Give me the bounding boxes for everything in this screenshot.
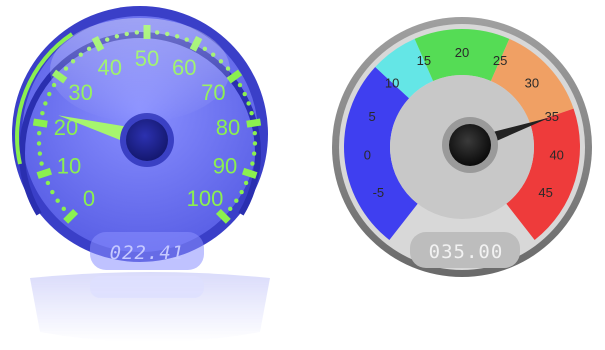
speedometer-gauge: 0102030405060708090100 022.41	[12, 6, 268, 270]
speedometer-minor-tick	[228, 206, 233, 212]
temperature-tick-label: 35	[545, 109, 559, 124]
speedometer-major-tick	[246, 118, 262, 128]
temperature-tick-label: 15	[417, 53, 431, 68]
speedometer-minor-tick	[50, 189, 55, 195]
speedometer-hub	[126, 119, 168, 161]
speedometer-reflection	[20, 272, 280, 350]
temperature-hub	[449, 124, 491, 166]
speedometer-minor-tick	[37, 151, 43, 156]
speedometer-minor-tick	[242, 91, 247, 97]
speedometer-minor-tick	[37, 131, 42, 136]
temperature-lcd-value: 035.00	[429, 241, 504, 263]
speedometer-minor-tick	[234, 198, 239, 203]
speedometer-lcd-value: 022.41	[110, 242, 185, 264]
temperature-tick-label: 20	[455, 45, 469, 60]
speedometer-minor-tick	[243, 180, 249, 186]
speedometer-minor-tick	[39, 161, 44, 166]
speedometer-minor-tick	[239, 189, 244, 195]
speedometer-minor-tick	[251, 151, 257, 156]
speedometer-minor-tick	[55, 198, 60, 203]
temperature-tick-label: 0	[364, 148, 371, 163]
speedometer-minor-tick	[252, 131, 257, 136]
temperature-tick-label: 10	[385, 76, 399, 91]
speedometer-major-tick	[32, 118, 48, 128]
speedometer-minor-tick	[36, 141, 42, 146]
speedometer-major-tick	[36, 167, 53, 179]
speedometer-minor-tick	[61, 206, 66, 212]
speedometer-tick-label: 0	[83, 186, 95, 211]
speedometer-tick-label: 90	[213, 153, 237, 178]
temperature-gauge: -5 0 5 10 15 20 25 30 35 40 45 035.00	[332, 17, 592, 277]
temperature-tick-label: -5	[373, 185, 385, 200]
speedometer-major-tick	[241, 167, 258, 179]
speedometer-minor-tick	[246, 101, 251, 106]
speedometer-tick-label: 100	[187, 186, 224, 211]
speedometer-tick-label: 80	[216, 115, 240, 140]
temperature-tick-label: 40	[549, 148, 563, 163]
speedometer-minor-tick	[45, 180, 51, 186]
speedometer-gloss	[50, 18, 230, 122]
speedometer-minor-tick	[249, 110, 254, 116]
speedometer-minor-tick	[40, 110, 45, 116]
speedometer-minor-tick	[250, 161, 255, 166]
speedometer-minor-tick	[252, 141, 258, 146]
speedometer-tick-label: 10	[57, 153, 81, 178]
speedometer-minor-tick	[47, 91, 52, 97]
speedometer-minor-tick	[237, 82, 243, 88]
temperature-tick-label: 25	[493, 53, 507, 68]
temperature-tick-label: 45	[538, 185, 552, 200]
temperature-tick-label: 30	[525, 76, 539, 91]
speedometer-minor-tick	[43, 101, 48, 106]
temperature-tick-label: 5	[369, 109, 376, 124]
